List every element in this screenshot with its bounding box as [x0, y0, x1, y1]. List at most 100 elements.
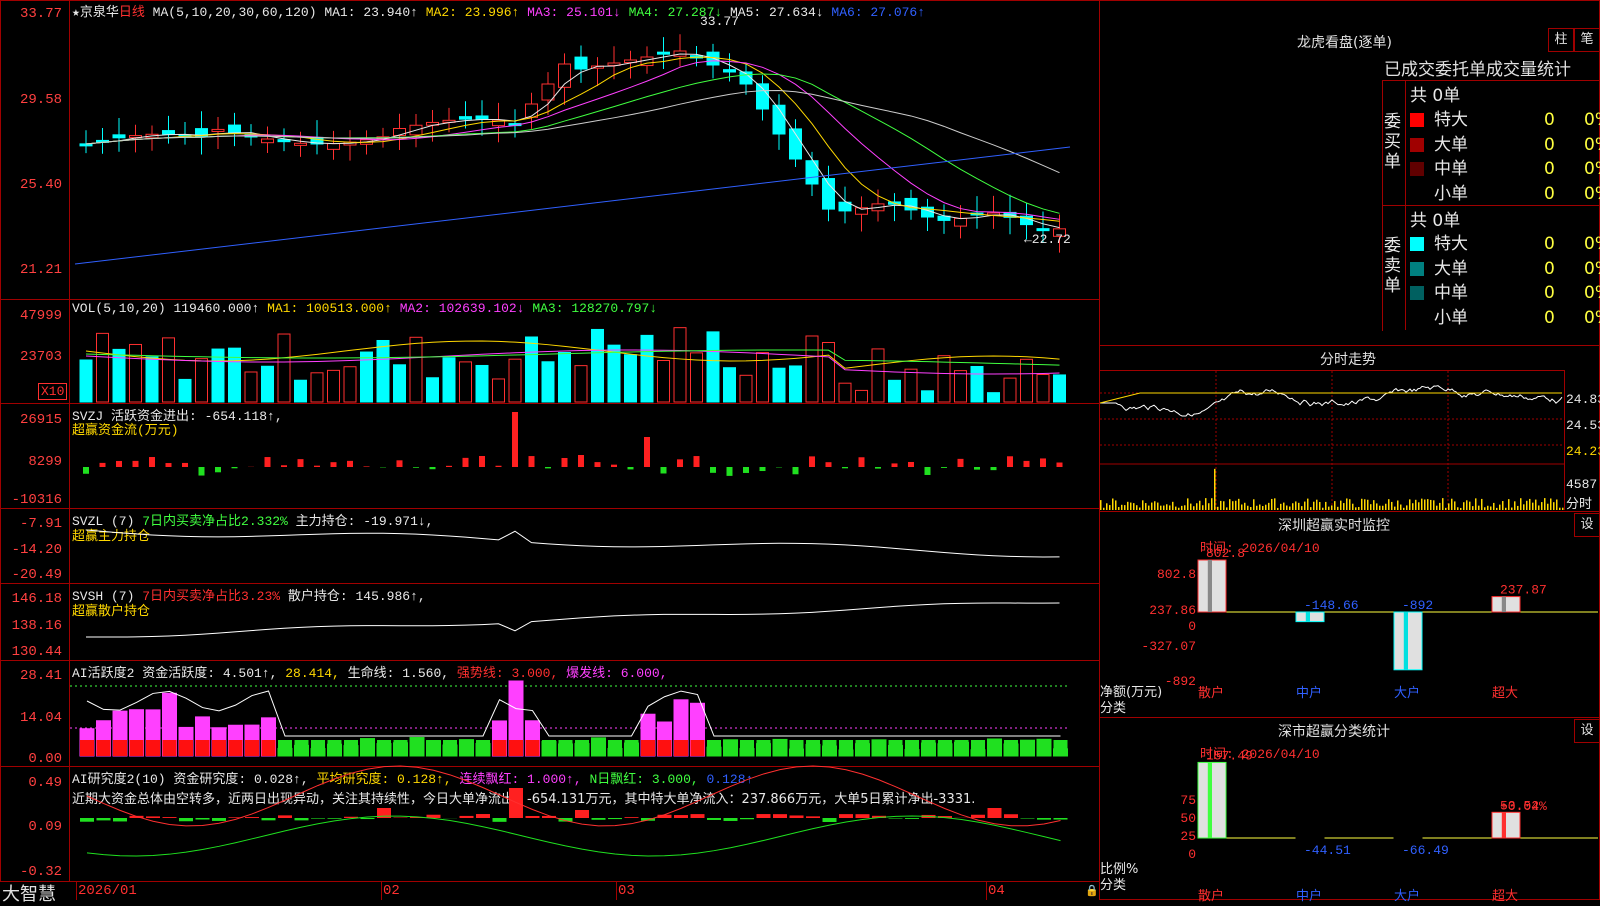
intraday-volume: [1292, 503, 1294, 510]
activity-base: [674, 740, 688, 756]
intraday-volume: [1256, 506, 1258, 510]
intraday-volume: [1562, 508, 1564, 510]
intraday-volume: [1217, 507, 1219, 510]
candle: [229, 125, 241, 133]
order-row: 中单00%: [1410, 154, 1600, 179]
intraday-chart[interactable]: [1100, 371, 1564, 510]
candle: [278, 140, 290, 142]
order-type: 特大: [1434, 105, 1544, 130]
activity-base: [971, 740, 985, 756]
sz-class-chart[interactable]: 157.49散户-44.51中户-66.49大户53.52超大: [1198, 778, 1598, 900]
intraday-volume: [1340, 501, 1342, 510]
candlestick-chart[interactable]: [70, 14, 1100, 299]
vol-value: 119460.000↑: [173, 301, 259, 316]
flow-bar: [347, 461, 353, 467]
stroke-mode-button[interactable]: 笔: [1574, 28, 1600, 52]
volume-bar: [856, 390, 868, 402]
intraday-volume: [1286, 506, 1288, 510]
intraday-volume: [1136, 505, 1138, 510]
volume-bar: [575, 366, 587, 402]
research-bar: [889, 818, 903, 819]
svsh-axis-label: 130.44: [0, 644, 62, 660]
activity-base: [493, 740, 507, 756]
flow-bar: [628, 467, 634, 469]
flow-bar: [578, 455, 584, 467]
low-price-note: ←22.72: [1024, 232, 1071, 247]
flow-bar: [809, 456, 815, 467]
flow-bar: [1057, 463, 1063, 467]
intraday-volume: [1487, 506, 1489, 510]
intraday-volume: [1553, 502, 1555, 510]
intraday-volume: [1481, 499, 1483, 510]
intraday-volume: [1361, 499, 1363, 510]
intraday-volume: [1223, 501, 1225, 510]
ai-research-chart[interactable]: [70, 806, 1100, 882]
sz-axis-label: 802.8: [1130, 567, 1196, 582]
class-axis-label: 0: [1150, 847, 1196, 862]
order-percent: 0%: [1584, 308, 1600, 328]
retail-position-line: [86, 603, 1060, 637]
intraday-volume: [1523, 504, 1525, 510]
ai-active-axis-label: 14.04: [0, 710, 62, 726]
intraday-volume: [1457, 507, 1459, 510]
volume-bar: [971, 366, 983, 402]
intraday-volume: [1193, 506, 1195, 510]
date-label: 04: [988, 883, 1005, 899]
intraday-volume: [1220, 501, 1222, 510]
flow-bar: [397, 460, 403, 467]
svsh-chart[interactable]: [70, 585, 1100, 660]
intraday-volume: [1418, 502, 1420, 510]
volume-bar: [955, 371, 967, 402]
sz-class-title: 深市超赢分类统计: [1278, 721, 1390, 741]
intraday-volume: [1550, 498, 1552, 510]
intraday-volume: [1382, 506, 1384, 510]
svzj-chart[interactable]: [70, 405, 1100, 508]
activity-base: [526, 740, 540, 756]
intraday-volume: [1154, 501, 1156, 510]
brand-label[interactable]: 大智慧: [2, 880, 56, 906]
order-volume: 0: [1544, 283, 1584, 303]
color-swatch: [1410, 262, 1424, 276]
ai-active-chart[interactable]: [70, 676, 1100, 766]
activity-base: [790, 740, 804, 756]
activity-base: [922, 740, 936, 756]
order-percent: 0%: [1584, 184, 1600, 204]
flow-bar: [694, 456, 700, 467]
volume-bar: [493, 379, 505, 402]
sz-monitor-chart[interactable]: 802.8散户-148.66中户-892大户237.87超大: [1198, 560, 1598, 716]
bar-mode-button[interactable]: 柱: [1548, 28, 1574, 52]
bar-value-label: -892: [1402, 598, 1433, 613]
volume-bar: [328, 370, 340, 402]
activity-base: [856, 740, 870, 756]
research-bar: [526, 816, 540, 818]
category-label: 中户: [1296, 685, 1322, 701]
legend-item: MA2: 102639.102↓: [400, 301, 533, 316]
volume-bar: [443, 358, 455, 402]
order-type: 大单: [1434, 130, 1544, 155]
volume-chart[interactable]: [70, 316, 1100, 402]
category-label: 中户: [1296, 888, 1322, 904]
svzj-axis-label: 26915: [0, 412, 62, 428]
intraday-volume: [1475, 498, 1477, 510]
activity-base: [608, 740, 622, 756]
flow-bar: [298, 459, 304, 467]
flow-bar: [1040, 458, 1046, 467]
flow-bar: [611, 465, 617, 467]
intraday-volume: [1103, 508, 1105, 510]
research-bar: [1004, 814, 1018, 818]
activity-base: [905, 740, 919, 756]
svzl-chart[interactable]: [70, 510, 1100, 583]
bar-value-label: -66.49: [1402, 843, 1449, 858]
research-bar: [757, 814, 771, 818]
volume-bar: [790, 366, 802, 402]
volume-bar: [1054, 375, 1066, 402]
svzl-axis-label: -7.91: [0, 516, 62, 532]
sz-class-settings-button[interactable]: 设: [1574, 719, 1600, 743]
intraday-volume: [1100, 500, 1102, 510]
candle: [724, 70, 736, 72]
activity-base: [509, 740, 523, 756]
sz-monitor-settings-button[interactable]: 设: [1574, 513, 1600, 537]
lock-icon[interactable]: 🔒: [1085, 884, 1099, 897]
intraday-volume: [1364, 499, 1366, 510]
flow-bar: [677, 459, 683, 467]
